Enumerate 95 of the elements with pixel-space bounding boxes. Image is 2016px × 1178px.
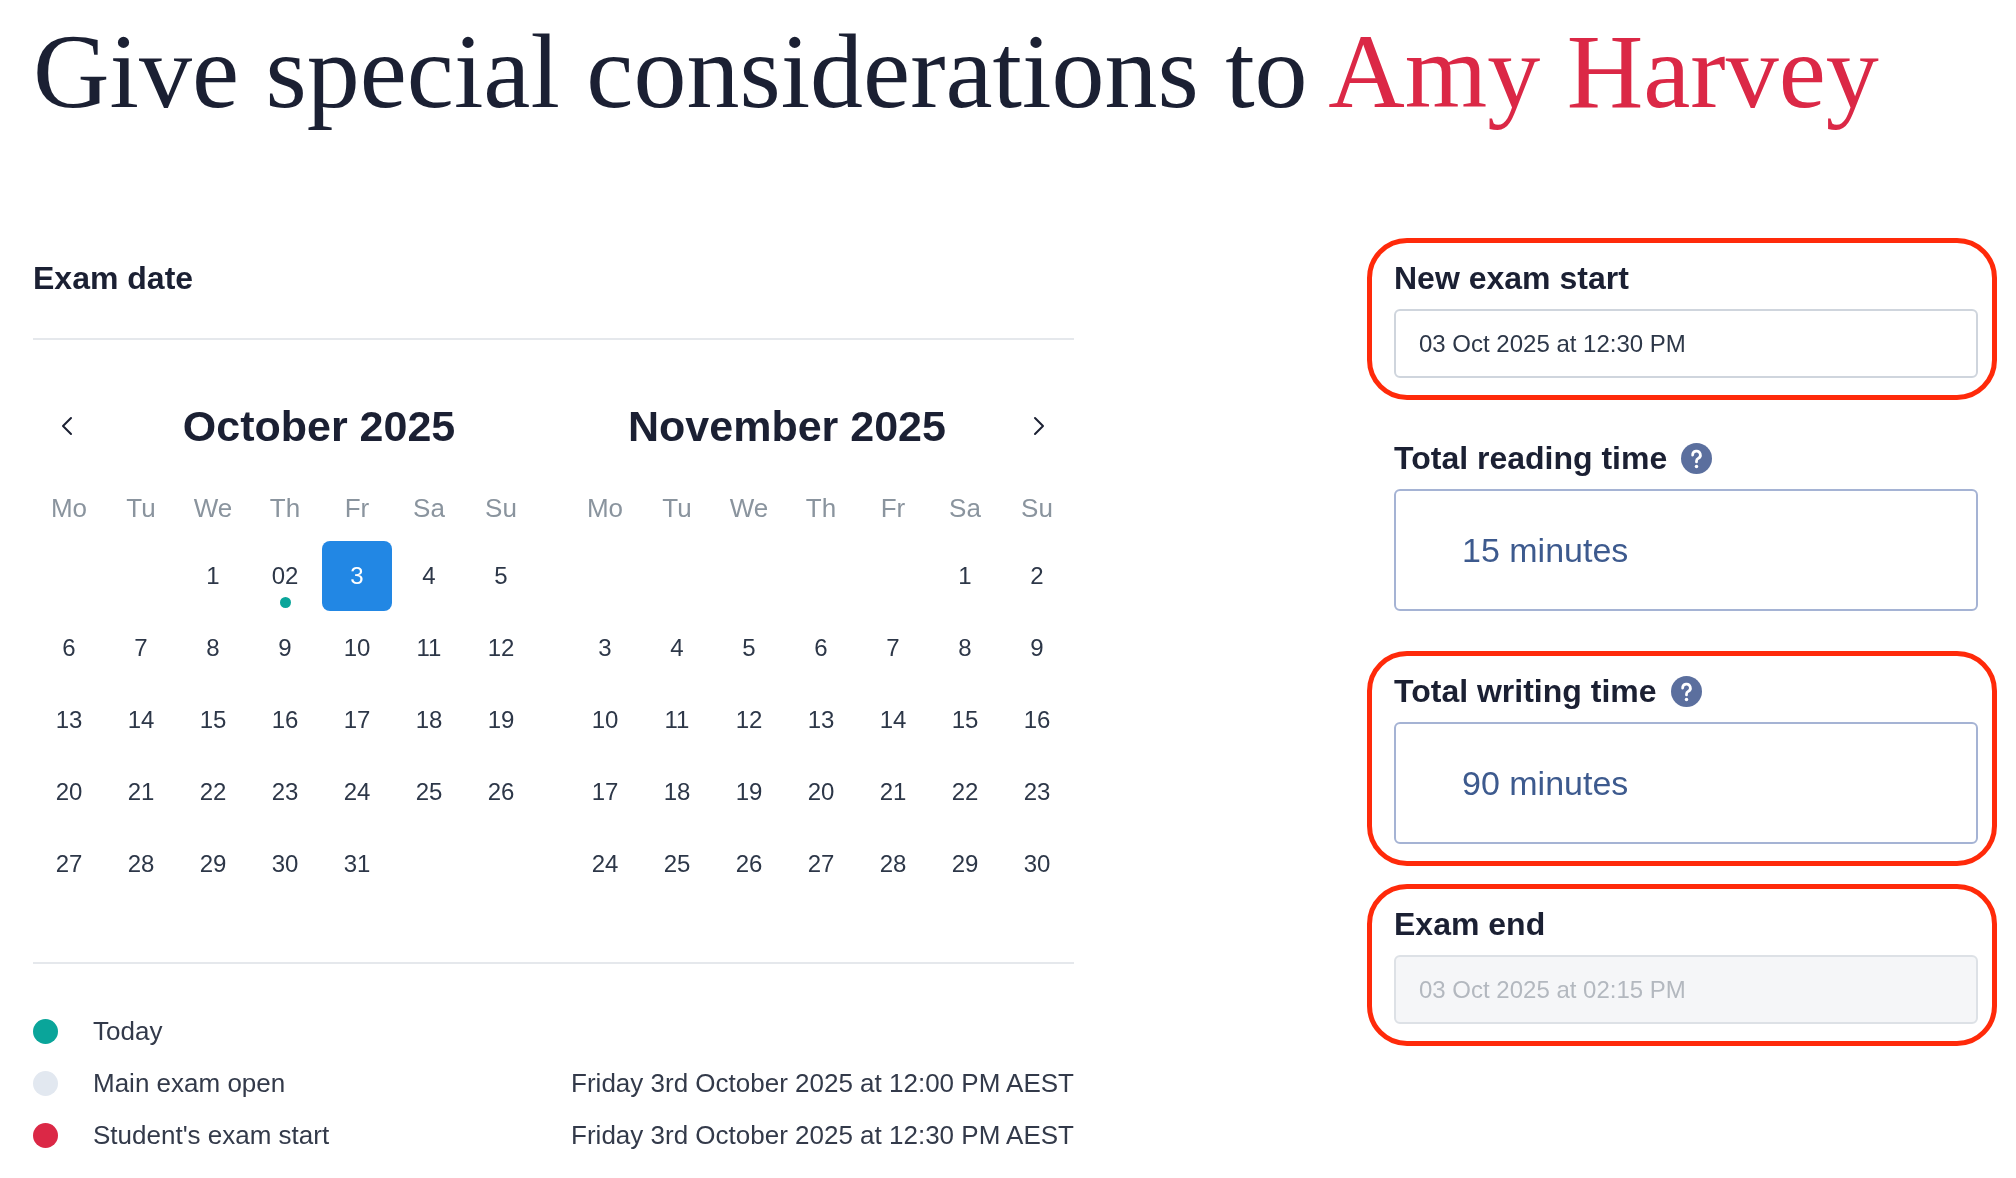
calendar-day[interactable]: 20 [786,757,856,827]
date-time-input[interactable]: 03 Oct 2025 at 12:30 PM [1394,309,1978,378]
legend-label: Today [93,1015,163,1047]
calendar-day[interactable]: 22 [930,757,1000,827]
weekday-label: Th [269,492,301,524]
calendar-day[interactable]: 15 [178,685,248,755]
legend-label: Main exam open [93,1067,286,1099]
calendar-day[interactable]: 15 [930,685,1000,755]
calendar-day[interactable]: 19 [714,757,784,827]
weekday-label: We [193,492,233,524]
help-icon[interactable] [1670,675,1702,707]
calendar-day[interactable]: 12 [714,685,784,755]
weekday-label: We [729,492,769,524]
calendar-day[interactable]: 25 [642,829,712,899]
calendar-day[interactable]: 19 [466,685,536,755]
calendar-day[interactable]: 28 [858,829,928,899]
month-title: November 2025 [628,401,946,452]
month-title: October 2025 [182,401,456,452]
calendar-day[interactable]: 30 [1002,829,1072,899]
calendar-day[interactable]: 29 [930,829,1000,899]
calendar-day[interactable]: 27 [34,829,104,899]
calendar-day[interactable]: 21 [858,757,928,827]
calendar-day[interactable]: 25 [394,757,464,827]
legend-date: Friday 3rd October 2025 at 12:00 PM AEST [571,1067,1074,1099]
calendar-day[interactable]: 24 [570,829,640,899]
calendar-day[interactable]: 3 [322,541,392,611]
calendar-day[interactable]: 5 [714,613,784,683]
calendar-day[interactable]: 3 [570,613,640,683]
weekday-label: Mo [50,492,88,524]
calendar-day[interactable]: 1 [178,541,248,611]
weekday-label: Mo [586,492,624,524]
field-label: New exam start [1394,259,1629,298]
calendar-day[interactable]: 28 [106,829,176,899]
calendar-day[interactable]: 10 [322,613,392,683]
field-label: Exam end [1394,905,1546,944]
calendar-day[interactable]: 7 [106,613,176,683]
calendar-day[interactable]: 1 [930,541,1000,611]
weekday-label: Su [485,492,517,524]
calendar-day[interactable]: 23 [1002,757,1072,827]
weekday-label: Su [1021,492,1053,524]
field-label: Total writing time [1394,672,1657,711]
calendar-day[interactable]: 17 [322,685,392,755]
calendar-day[interactable]: 17 [570,757,640,827]
calendar-day[interactable]: 12 [466,613,536,683]
legend-label: Student's exam start [93,1119,330,1151]
calendar-day[interactable]: 18 [394,685,464,755]
calendar-day[interactable]: 4 [394,541,464,611]
chevron-right-icon [1033,416,1045,436]
calendar-day[interactable]: 8 [930,613,1000,683]
calendar-day[interactable]: 11 [394,613,464,683]
calendar-day[interactable]: 16 [250,685,320,755]
help-icon[interactable] [1681,442,1713,474]
calendar-day[interactable]: 20 [34,757,104,827]
calendar-day[interactable]: 21 [106,757,176,827]
weekday-label: Sa [949,492,981,524]
calendar-day[interactable]: 18 [642,757,712,827]
weekday-label: Tu [662,492,692,524]
weekday-label: Sa [413,492,445,524]
calendar-day[interactable]: 9 [250,613,320,683]
calendar-day[interactable]: 8 [178,613,248,683]
calendar-day[interactable]: 23 [250,757,320,827]
calendar-day[interactable]: 2 [1002,541,1072,611]
duration-input[interactable]: 15 minutes [1394,489,1978,611]
calendar-day[interactable]: 14 [858,685,928,755]
calendar-day[interactable]: 4 [642,613,712,683]
calendar-day[interactable]: 24 [322,757,392,827]
calendar-day[interactable]: 11 [642,685,712,755]
field-label: Total reading time [1394,439,1668,478]
calendar-day[interactable]: 31 [322,829,392,899]
calendar-day[interactable]: 13 [34,685,104,755]
calendar-day[interactable]: 9 [1002,613,1072,683]
calendar-day[interactable]: 6 [786,613,856,683]
weekday-label: Fr [880,492,906,524]
calendar-day[interactable]: 13 [786,685,856,755]
calendar-day[interactable]: 26 [466,757,536,827]
duration-input[interactable]: 90 minutes [1394,722,1978,844]
weekday-label: Fr [344,492,370,524]
calendar-day[interactable]: 14 [106,685,176,755]
calendar-day[interactable]: 29 [178,829,248,899]
calendar-day[interactable]: 5 [466,541,536,611]
calendar-day[interactable]: 27 [786,829,856,899]
section-heading: Exam date [33,259,194,298]
calendar-day[interactable]: 16 [1002,685,1072,755]
calendar-day[interactable]: 26 [714,829,784,899]
weekday-label: Th [805,492,837,524]
calendar-day[interactable]: 30 [250,829,320,899]
calendar-day[interactable]: 6 [34,613,104,683]
weekday-label: Tu [126,492,156,524]
page-title: Give special considerations to Amy Harvey [33,12,1879,132]
chevron-left-icon [61,416,73,436]
calendar-day[interactable]: 02 [250,541,320,611]
calendar-day[interactable]: 22 [178,757,248,827]
calendar-day[interactable]: 7 [858,613,928,683]
calendar-day[interactable]: 10 [570,685,640,755]
legend-date: Friday 3rd October 2025 at 12:30 PM AEST [571,1119,1074,1151]
